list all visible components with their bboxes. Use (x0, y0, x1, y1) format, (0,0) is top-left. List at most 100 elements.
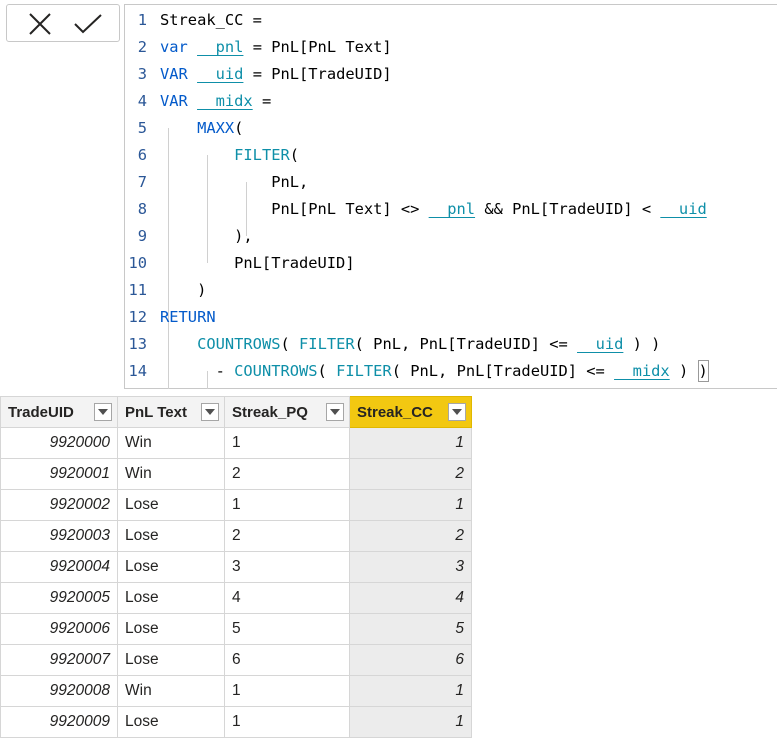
filter-dropdown-button[interactable] (326, 403, 344, 421)
filter-dropdown-button[interactable] (448, 403, 466, 421)
table-cell[interactable]: Win (117, 427, 225, 459)
code-token: PnL, (160, 173, 309, 191)
table-cell[interactable]: 4 (224, 582, 350, 614)
code-token: ( PnL, PnL[TradeUID] <= (354, 335, 578, 353)
table-row[interactable]: 9920004 Lose 3 3 (0, 551, 472, 583)
table-cell[interactable]: Lose (117, 520, 225, 552)
code-line[interactable]: 3 VAR __uid = PnL[TradeUID] (125, 61, 777, 88)
code-token: RETURN (160, 308, 216, 326)
table-row[interactable]: 9920002 Lose 1 1 (0, 489, 472, 521)
table-cell[interactable]: Lose (117, 644, 225, 676)
table-cell[interactable]: 1 (224, 675, 350, 707)
formula-editor[interactable]: 1 Streak_CC = 2 var __pnl = PnL[PnL Text] 3 V… (124, 4, 777, 389)
table-cell[interactable]: 9920005 (0, 582, 118, 614)
code-text: Streak_CC = (160, 7, 262, 34)
code-text: var __pnl = PnL[PnL Text] (160, 34, 392, 61)
column-header-pnl-text[interactable]: PnL Text (117, 396, 225, 428)
table-cell[interactable]: 1 (224, 706, 350, 738)
code-line[interactable]: 2 var __pnl = PnL[PnL Text] (125, 34, 777, 61)
table-cell[interactable]: 2 (224, 520, 350, 552)
line-number: 7 (137, 173, 147, 191)
table-cell[interactable]: 1 (349, 427, 472, 459)
code-token: VAR (160, 65, 198, 83)
table-cell[interactable]: 9920003 (0, 520, 118, 552)
table-cell[interactable]: 1 (349, 675, 472, 707)
table-cell[interactable]: Lose (117, 489, 225, 521)
code-line[interactable]: 7 PnL, (125, 169, 777, 196)
table-cell[interactable]: 9920006 (0, 613, 118, 645)
chevron-down-icon (452, 409, 462, 415)
table-cell[interactable]: 1 (224, 427, 350, 459)
table-cell[interactable]: 9920002 (0, 489, 118, 521)
table-cell[interactable]: 3 (349, 551, 472, 583)
code-token: = PnL[PnL Text] (243, 38, 392, 56)
table-row[interactable]: 9920008 Win 1 1 (0, 675, 472, 707)
code-line[interactable]: 4 VAR __midx = (125, 88, 777, 115)
table-cell[interactable]: 4 (349, 582, 472, 614)
line-number: 10 (128, 254, 147, 272)
code-line[interactable]: 10 PnL[TradeUID] (125, 250, 777, 277)
table-cell[interactable]: 6 (349, 644, 472, 676)
code-token: __midx (197, 92, 253, 110)
line-number: 6 (137, 146, 147, 164)
table-cell[interactable]: 5 (224, 613, 350, 645)
code-line[interactable]: 9 ), (125, 223, 777, 250)
table-row[interactable]: 9920003 Lose 2 2 (0, 520, 472, 552)
cancel-button[interactable] (23, 9, 57, 39)
table-cell[interactable]: 9920007 (0, 644, 118, 676)
table-cell[interactable]: 2 (349, 520, 472, 552)
code-token: __uid (577, 335, 624, 353)
code-line[interactable]: 8 PnL[PnL Text] <> __pnl && PnL[TradeUID… (125, 196, 777, 223)
table-row[interactable]: 9920000 Win 1 1 (0, 427, 472, 459)
table-cell[interactable]: 6 (224, 644, 350, 676)
table-cell[interactable]: 1 (224, 489, 350, 521)
column-header-streak-cc[interactable]: Streak_CC (349, 396, 472, 428)
code-line[interactable]: 6 FILTER( (125, 142, 777, 169)
table-cell[interactable]: 3 (224, 551, 350, 583)
code-line[interactable]: 5 MAXX( (125, 115, 777, 142)
table-header-row: TradeUID PnL Text Streak_PQ Streak_CC (0, 396, 472, 428)
table-row[interactable]: 9920007 Lose 6 6 (0, 644, 472, 676)
table-row[interactable]: 9920001 Win 2 2 (0, 458, 472, 490)
filter-dropdown-button[interactable] (94, 403, 112, 421)
table-cell[interactable]: 9920000 (0, 427, 118, 459)
code-line[interactable]: 12 RETURN (125, 304, 777, 331)
table-row[interactable]: 9920005 Lose 4 4 (0, 582, 472, 614)
table-cell[interactable]: Lose (117, 551, 225, 583)
filter-dropdown-button[interactable] (201, 403, 219, 421)
table-cell[interactable]: 9920001 (0, 458, 118, 490)
table-cell[interactable]: Win (117, 675, 225, 707)
table-cell[interactable]: Win (117, 458, 225, 490)
table-cell[interactable]: Lose (117, 613, 225, 645)
code-text: PnL[TradeUID] (160, 250, 354, 277)
column-header-tradeuid[interactable]: TradeUID (0, 396, 118, 428)
code-token: ( (317, 362, 337, 380)
table-cell[interactable]: 5 (349, 613, 472, 645)
code-token: VAR (160, 92, 198, 110)
code-token: __uid (197, 65, 244, 83)
table-cell[interactable]: Lose (117, 582, 225, 614)
table-row[interactable]: 9920006 Lose 5 5 (0, 613, 472, 645)
table-cell[interactable]: 9920008 (0, 675, 118, 707)
line-number: 2 (137, 38, 147, 56)
table-row[interactable]: 9920009 Lose 1 1 (0, 706, 472, 738)
table-cell[interactable]: 2 (224, 458, 350, 490)
formula-toolbar (6, 4, 120, 42)
code-token: ) (160, 281, 207, 299)
code-line[interactable]: 14 - COUNTROWS( FILTER( PnL, PnL[TradeUI… (125, 358, 777, 385)
line-number: 5 (137, 119, 147, 137)
table-cell[interactable]: 9920009 (0, 706, 118, 738)
table-cell[interactable]: 2 (349, 458, 472, 490)
table-cell[interactable]: 1 (349, 489, 472, 521)
table-cell[interactable]: 9920004 (0, 551, 118, 583)
table-cell[interactable]: 1 (349, 706, 472, 738)
column-header-streak-pq[interactable]: Streak_PQ (224, 396, 350, 428)
column-header-label: PnL Text (125, 403, 187, 421)
code-line[interactable]: 1 Streak_CC = (125, 7, 777, 34)
code-line[interactable]: 11 ) (125, 277, 777, 304)
commit-button[interactable] (71, 9, 105, 39)
code-line[interactable]: 13 COUNTROWS( FILTER( PnL, PnL[TradeUID]… (125, 331, 777, 358)
table-cell[interactable]: Lose (117, 706, 225, 738)
